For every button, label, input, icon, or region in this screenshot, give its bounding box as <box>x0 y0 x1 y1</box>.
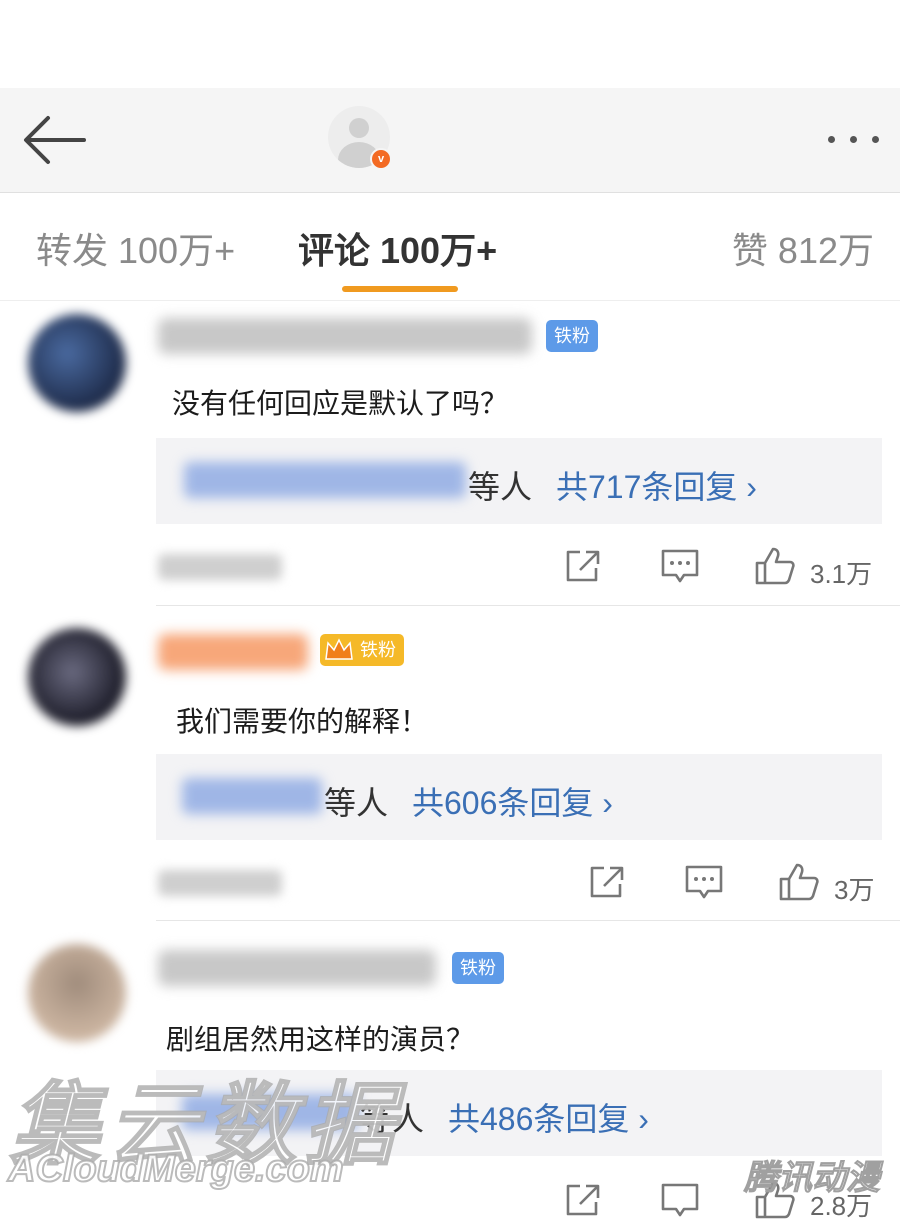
commenter-name-blurred[interactable] <box>158 950 436 986</box>
reply-summary[interactable]: 等人 共717条回复 › <box>156 438 882 524</box>
watermark-en: ACloudMerge.com <box>7 1147 345 1191</box>
share-icon[interactable] <box>564 1182 602 1223</box>
more-options-icon[interactable] <box>820 118 890 158</box>
top-bar: v <box>0 88 900 193</box>
commenter-avatar[interactable] <box>28 314 126 412</box>
comment-item: 铁粉 没有任何回应是默认了吗？ 等人 共717条回复 › 3.1万 <box>0 300 900 606</box>
commenter-avatar[interactable] <box>28 628 126 726</box>
commenter-name-blurred[interactable] <box>158 634 308 670</box>
verified-badge-icon: v <box>370 148 392 170</box>
fan-badge-label: 铁粉 <box>360 640 396 660</box>
tab-forward[interactable]: 转发 100万+ <box>36 222 235 274</box>
commenter-name-blurred[interactable] <box>158 318 532 354</box>
share-icon[interactable] <box>588 864 626 905</box>
fan-badge-crown: 铁粉 <box>320 634 404 666</box>
back-arrow-icon[interactable] <box>22 110 88 170</box>
reply-suffix: 等人 <box>324 785 389 821</box>
comment-icon[interactable] <box>660 1182 700 1225</box>
share-icon[interactable] <box>564 548 602 589</box>
comment-time-blurred <box>158 870 282 896</box>
comment-icon[interactable] <box>660 548 700 591</box>
tab-bar: 转发 100万+ 评论 100万+ 赞 812万 <box>0 192 900 301</box>
like-icon[interactable] <box>778 862 820 907</box>
reply-count-link[interactable]: 共486条回复 › <box>448 1094 649 1140</box>
fan-badge: 铁粉 <box>452 952 504 984</box>
comment-icon[interactable] <box>684 864 724 907</box>
comment-text: 没有任何回应是默认了吗？ <box>172 388 509 419</box>
commenter-avatar[interactable] <box>28 944 126 1042</box>
active-tab-indicator <box>342 286 458 292</box>
replier-names-blurred <box>182 778 322 814</box>
like-count: 3.1万 <box>810 559 873 589</box>
comment-item: 铁粉 我们需要你的解释！ 等人 共606条回复 › 3万 <box>0 614 900 922</box>
tab-comments[interactable]: 评论 100万+ <box>298 222 497 274</box>
watermark-corner: 腾讯动漫 <box>744 1159 881 1198</box>
tab-likes[interactable]: 赞 812万 <box>732 222 874 274</box>
crown-icon <box>325 638 353 660</box>
comment-text: 我们需要你的解释！ <box>176 706 429 737</box>
comment-time-blurred <box>158 554 282 580</box>
reply-summary[interactable]: 等人 共606条回复 › <box>156 754 882 840</box>
reply-suffix: 等人 <box>468 469 533 505</box>
reply-count-link[interactable]: 共606条回复 › <box>412 778 613 824</box>
like-count: 3万 <box>834 875 875 905</box>
replier-names-blurred <box>184 462 466 498</box>
reply-count-link[interactable]: 共717条回复 › <box>556 462 757 508</box>
fan-badge: 铁粉 <box>546 320 598 352</box>
divider <box>156 605 900 606</box>
divider <box>156 920 900 921</box>
like-icon[interactable] <box>754 546 796 591</box>
